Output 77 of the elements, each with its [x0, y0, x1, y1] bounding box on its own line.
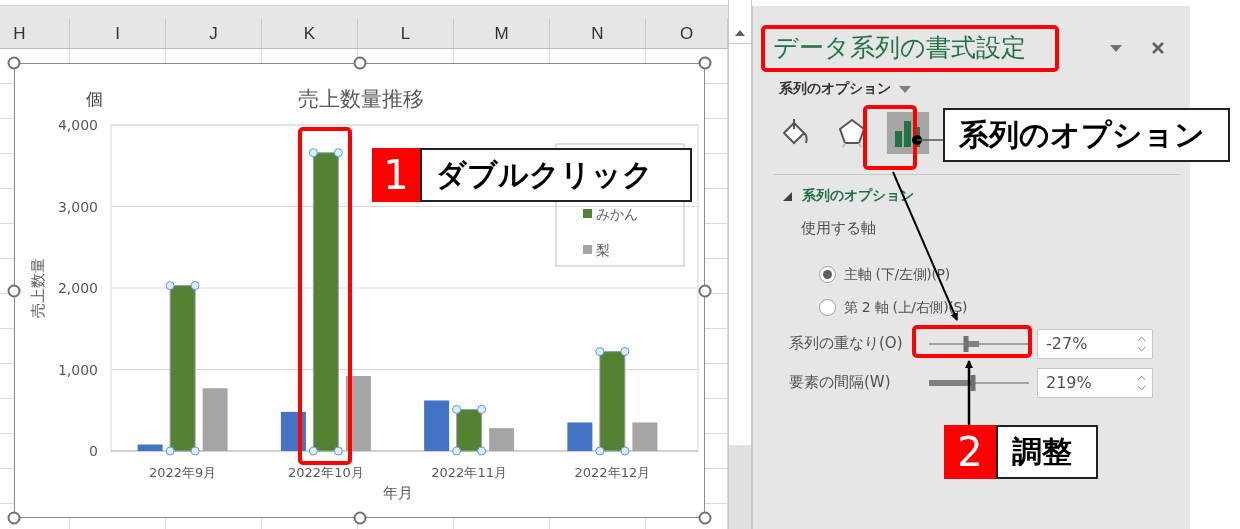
legend-label: 梨	[596, 242, 610, 258]
resize-handle[interactable]	[698, 511, 712, 525]
step-number: 1	[372, 148, 420, 202]
axis-label: 0	[89, 443, 98, 459]
bar[interactable]	[137, 444, 163, 451]
axis-title: 年月	[383, 484, 413, 502]
axis-label: 4,000	[57, 117, 98, 133]
selection-handle[interactable]	[308, 148, 318, 158]
slider-label: 要素の間隔(W)	[789, 373, 892, 392]
resize-handle[interactable]	[7, 56, 21, 70]
selection-handle[interactable]	[452, 446, 462, 456]
arrow	[965, 360, 973, 425]
column-header[interactable]: L	[358, 19, 454, 48]
radio-button[interactable]	[819, 266, 836, 283]
resize-handle[interactable]	[353, 56, 366, 70]
up-arrow-icon[interactable]	[735, 29, 745, 36]
spin-arrows-icon[interactable]	[1137, 373, 1146, 392]
bar[interactable]	[424, 400, 450, 451]
column-header[interactable]: H	[0, 19, 70, 48]
pane-title: データ系列の書式設定	[773, 33, 1026, 63]
column-header[interactable]: N	[550, 19, 646, 48]
selection-handle[interactable]	[595, 446, 605, 456]
selection-handle[interactable]	[333, 446, 343, 456]
leader-line	[912, 135, 944, 145]
axis-label: 2022年11月	[431, 465, 507, 480]
step-label: ダブルクリック	[420, 148, 692, 202]
slider-thumb[interactable]	[963, 335, 968, 352]
unit-label: 個	[85, 89, 103, 109]
selection-handle[interactable]	[620, 347, 630, 357]
legend-label: みかん	[596, 206, 638, 222]
column-header[interactable]: J	[166, 19, 262, 48]
column-header[interactable]: I	[70, 19, 166, 48]
axis-label: 1,000	[57, 361, 98, 378]
selection-handle[interactable]	[477, 404, 487, 414]
slider-label: 系列の重なり(O)	[789, 334, 904, 353]
selection-handle[interactable]	[308, 446, 318, 456]
step-number: 2	[944, 425, 996, 479]
axis-label: 2022年9月	[148, 465, 217, 480]
bar[interactable]	[599, 351, 626, 452]
axis-label: 2022年12月	[574, 465, 651, 480]
resize-handle[interactable]	[7, 511, 21, 525]
bar[interactable]	[169, 285, 196, 452]
slider-thumb[interactable]	[970, 374, 976, 391]
selection-handle[interactable]	[190, 446, 200, 456]
selection-handle[interactable]	[452, 404, 462, 414]
selection-handle[interactable]	[190, 281, 200, 291]
column-header[interactable]: M	[454, 19, 550, 48]
selection-handle[interactable]	[477, 446, 487, 456]
column-header[interactable]: K	[262, 19, 358, 48]
selection-handle[interactable]	[165, 446, 175, 456]
callout-label: 系列のオプション	[943, 108, 1230, 162]
resize-handle[interactable]	[698, 56, 712, 70]
axis-title: 売上数量	[29, 258, 47, 318]
selection-handle[interactable]	[165, 281, 175, 291]
expanded-triangle-icon[interactable]	[783, 191, 792, 201]
highlight-frame	[863, 105, 917, 170]
bar[interactable]	[567, 422, 593, 451]
legend-marker	[583, 245, 592, 254]
options-menu[interactable]: 系列のオプション	[779, 80, 891, 98]
step-label: 調整	[996, 425, 1098, 479]
bar[interactable]	[456, 408, 483, 452]
selection-handle[interactable]	[620, 446, 630, 456]
axis-label: 3,000	[57, 198, 98, 215]
legend-marker	[583, 209, 592, 218]
radio-button[interactable]	[819, 299, 836, 316]
caret-icon[interactable]	[899, 85, 911, 93]
spin-field[interactable]: 219%	[1037, 367, 1153, 398]
spin-field[interactable]: -27%	[1037, 328, 1153, 359]
chart-title: 売上数量推移	[298, 87, 424, 111]
spin-arrows-icon[interactable]	[1137, 334, 1146, 353]
bar[interactable]	[312, 152, 339, 452]
selection-handle[interactable]	[595, 347, 605, 357]
axis-label: 使用する軸	[801, 219, 877, 238]
selection-handle[interactable]	[333, 148, 343, 158]
axis-label: 2,000	[57, 280, 98, 296]
axis-label: 2022年10月	[288, 465, 364, 480]
resize-handle[interactable]	[7, 284, 21, 297]
